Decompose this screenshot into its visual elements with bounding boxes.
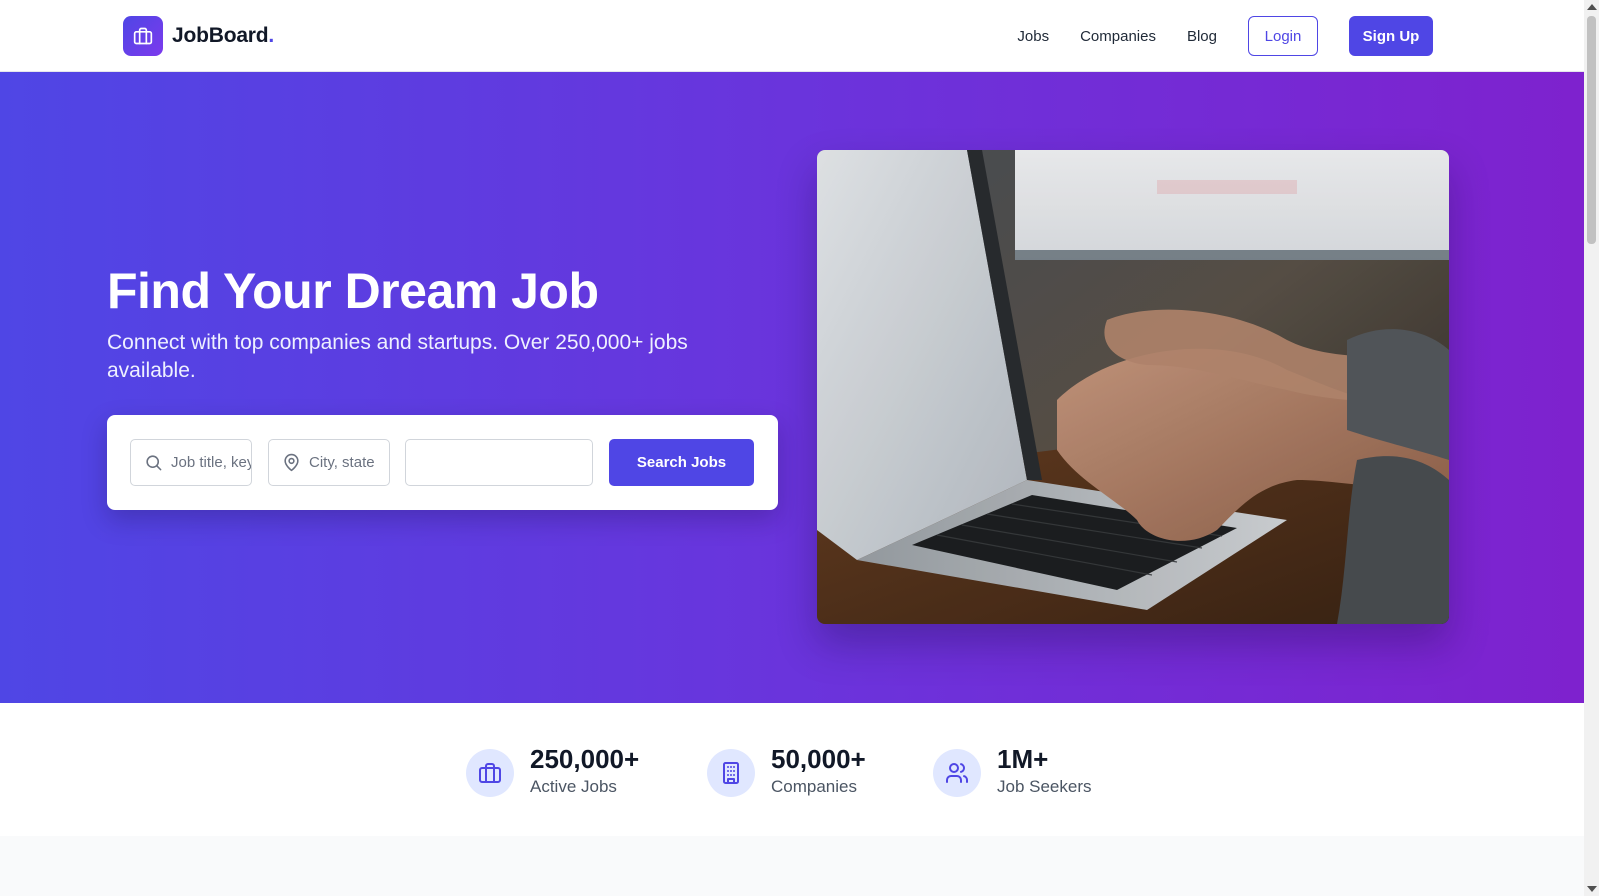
login-button[interactable]: Login — [1248, 16, 1318, 56]
site-header: JobBoard. Jobs Companies Blog Login Sign… — [0, 0, 1584, 72]
stat-companies: 50,000+ Companies — [707, 745, 866, 801]
users-icon — [933, 749, 981, 797]
job-type-input[interactable] — [418, 454, 592, 471]
stat-value: 250,000+ — [530, 744, 640, 774]
hero-image — [817, 150, 1449, 624]
scroll-down-arrow-icon[interactable] — [1587, 886, 1597, 892]
briefcase-icon — [466, 749, 514, 797]
stat-job-seekers: 1M+ Job Seekers — [933, 745, 1092, 801]
stat-value: 50,000+ — [771, 744, 866, 774]
briefcase-icon — [123, 16, 163, 56]
location-input[interactable] — [309, 454, 389, 471]
nav-link-blog[interactable]: Blog — [1187, 28, 1217, 45]
page: JobBoard. Jobs Companies Blog Login Sign… — [0, 0, 1584, 896]
keyword-input[interactable] — [171, 454, 251, 471]
hero-subtitle: Connect with top companies and startups.… — [107, 331, 688, 382]
nav-link-companies[interactable]: Companies — [1080, 28, 1156, 45]
stat-label: Job Seekers — [997, 777, 1092, 796]
hero-title: Find Your Dream Job — [107, 263, 599, 319]
search-jobs-button[interactable]: Search Jobs — [609, 439, 754, 486]
stat-active-jobs: 250,000+ Active Jobs — [466, 745, 639, 801]
page-scrollbar[interactable] — [1584, 0, 1599, 896]
job-type-field[interactable] — [405, 439, 593, 486]
search-icon — [143, 453, 163, 473]
scroll-up-arrow-icon[interactable] — [1587, 4, 1597, 10]
brand-logo[interactable]: JobBoard. — [123, 16, 274, 56]
nav-link-jobs[interactable]: Jobs — [1017, 28, 1049, 45]
stats-section: 250,000+ Active Jobs 50,000+ Companies 1… — [0, 703, 1584, 836]
keyword-field[interactable] — [130, 439, 252, 486]
building-icon — [707, 749, 755, 797]
next-section — [0, 836, 1584, 896]
main-nav: Jobs Companies Blog Login Sign Up — [1017, 16, 1433, 56]
stat-label: Companies — [771, 777, 857, 796]
brand-name: JobBoard. — [172, 24, 275, 47]
stat-label: Active Jobs — [530, 777, 617, 796]
map-pin-icon — [281, 453, 301, 473]
stat-value: 1M+ — [997, 744, 1049, 774]
scrollbar-thumb[interactable] — [1587, 16, 1596, 244]
job-search-form: Search Jobs — [107, 415, 778, 510]
hero-section: Find Your Dream Job Connect with top com… — [0, 72, 1584, 703]
laptop-typing-photo — [817, 150, 1449, 624]
location-field[interactable] — [268, 439, 390, 486]
signup-button[interactable]: Sign Up — [1349, 16, 1433, 56]
